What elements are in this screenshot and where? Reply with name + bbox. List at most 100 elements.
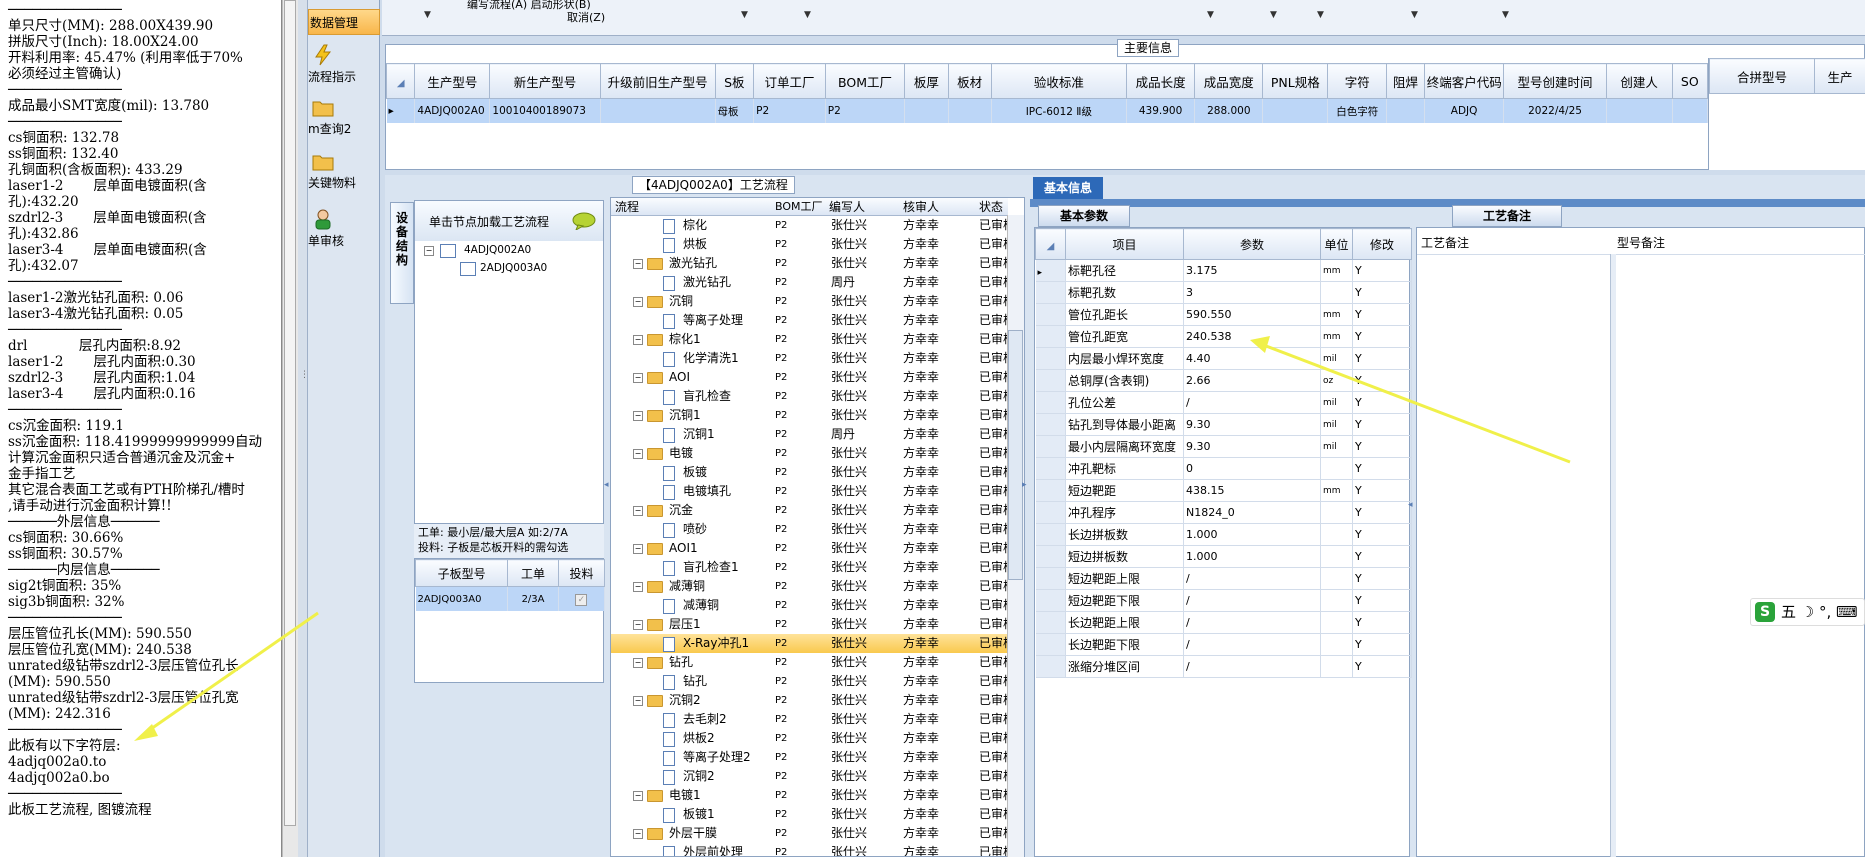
- param-item[interactable]: 长边靶距上限: [1065, 611, 1184, 634]
- param-unit[interactable]: oz: [1320, 369, 1353, 392]
- chevron-down-icon[interactable]: ▼: [1270, 10, 1277, 20]
- param-row[interactable]: 内层最小焊环宽度 4.40 mil Y: [1035, 347, 1412, 370]
- param-value[interactable]: 0: [1183, 457, 1321, 480]
- notes-splitter[interactable]: [1610, 254, 1616, 857]
- param-modify[interactable]: Y: [1352, 523, 1412, 546]
- flow-row[interactable]: 电镀填孔 P2 张仕兴 方幸幸 已审核: [611, 482, 1015, 501]
- column-header[interactable]: S板: [714, 63, 755, 99]
- param-row[interactable]: 冲孔程序 N1824_0 Y: [1035, 501, 1412, 524]
- param-unit[interactable]: [1320, 567, 1353, 590]
- column-header[interactable]: 生产型号: [414, 63, 491, 99]
- param-value[interactable]: /: [1183, 611, 1321, 634]
- collapse-icon[interactable]: −: [633, 506, 643, 516]
- cell[interactable]: 母板: [715, 98, 755, 123]
- column-header[interactable]: 合拼型号: [1709, 58, 1815, 94]
- param-modify[interactable]: Y: [1352, 545, 1412, 568]
- flow-row[interactable]: − 沉铜1 P2 张仕兴 方幸幸 已审核: [611, 406, 1015, 425]
- param-modify[interactable]: Y: [1352, 589, 1412, 612]
- param-item[interactable]: 管位孔距长: [1065, 303, 1184, 326]
- flow-row[interactable]: 化学清洗1 P2 张仕兴 方幸幸 已审核: [611, 349, 1015, 368]
- param-item[interactable]: 内层最小焊环宽度: [1065, 347, 1184, 370]
- ime-toolbar[interactable]: S 五 ☽ °, ⌨: [1750, 598, 1865, 626]
- flow-row[interactable]: 喷砂 P2 张仕兴 方幸幸 已审核: [611, 520, 1015, 539]
- notepad-text-area[interactable]: ────────────── 单只尺寸(MM): 288.00X439.90 拼…: [0, 0, 282, 857]
- cell[interactable]: [1386, 98, 1425, 123]
- param-value[interactable]: N1824_0: [1183, 501, 1321, 524]
- column-header[interactable]: BOM工厂: [775, 198, 823, 216]
- param-item[interactable]: 最小内层隔离环宽度: [1065, 435, 1184, 458]
- param-row[interactable]: 最小内层隔离环宽度 9.30 mil Y: [1035, 435, 1412, 458]
- param-modify[interactable]: Y: [1352, 611, 1412, 634]
- flow-row[interactable]: − 沉铜2 P2 张仕兴 方幸幸 已审核: [611, 691, 1015, 710]
- param-row[interactable]: 管位孔距长 590.550 mm Y: [1035, 303, 1412, 326]
- param-value[interactable]: 1.000: [1183, 523, 1321, 546]
- collapse-icon[interactable]: −: [633, 411, 643, 421]
- param-row[interactable]: 孔位公差 / mil Y: [1035, 391, 1412, 414]
- param-row[interactable]: 涨缩分堆区间 / Y: [1035, 655, 1412, 678]
- param-unit[interactable]: mil: [1320, 391, 1353, 414]
- param-value[interactable]: /: [1183, 589, 1321, 612]
- column-header[interactable]: 终端客户代码: [1423, 63, 1505, 99]
- param-unit[interactable]: [1320, 545, 1353, 568]
- column-header[interactable]: 板材: [947, 63, 992, 99]
- collapse-icon[interactable]: −: [633, 658, 643, 668]
- flow-row[interactable]: 棕化 P2 张仕兴 方幸幸 已审核: [611, 216, 1015, 235]
- cell[interactable]: 2022/4/25: [1503, 98, 1607, 123]
- cell[interactable]: [1606, 98, 1673, 123]
- cell[interactable]: P2: [753, 98, 826, 123]
- column-header[interactable]: BOM工厂: [824, 63, 906, 99]
- param-value[interactable]: 438.15: [1183, 479, 1321, 502]
- param-row[interactable]: 短边靶距上限 / Y: [1035, 567, 1412, 590]
- nav-item-flow-guide[interactable]: 流程指示: [308, 44, 380, 90]
- collapse-icon[interactable]: −: [633, 829, 643, 839]
- cell[interactable]: P2: [825, 98, 906, 123]
- flow-row[interactable]: 等离子处理 P2 张仕兴 方幸幸 已审核: [611, 311, 1015, 330]
- cell[interactable]: [948, 98, 992, 123]
- column-header[interactable]: SO: [1671, 63, 1709, 99]
- param-unit[interactable]: [1320, 501, 1353, 524]
- flow-row[interactable]: − 电镀1 P2 张仕兴 方幸幸 已审核: [611, 786, 1015, 805]
- param-modify[interactable]: Y: [1352, 325, 1412, 348]
- flow-row[interactable]: 板镀1 P2 张仕兴 方幸幸 已审核: [611, 805, 1015, 824]
- flow-row[interactable]: − 钻孔 P2 张仕兴 方幸幸 已审核: [611, 653, 1015, 672]
- cell[interactable]: [1672, 98, 1709, 123]
- param-unit[interactable]: [1320, 633, 1353, 656]
- flow-row[interactable]: 钻孔 P2 张仕兴 方幸幸 已审核: [611, 672, 1015, 691]
- collapse-arrow-icon[interactable]: ▸: [1022, 480, 1030, 490]
- param-unit[interactable]: [1320, 523, 1353, 546]
- param-row[interactable]: 标靶孔数 3 Y: [1035, 281, 1412, 304]
- param-value[interactable]: /: [1183, 633, 1321, 656]
- param-unit[interactable]: mm: [1320, 303, 1353, 326]
- chevron-down-icon[interactable]: ▼: [424, 10, 431, 20]
- param-value[interactable]: 1.000: [1183, 545, 1321, 568]
- column-header[interactable]: 项目: [1065, 228, 1184, 260]
- feed-checkbox[interactable]: ✓: [558, 586, 606, 611]
- cell[interactable]: [600, 98, 716, 123]
- param-row[interactable]: 长边靶距下限 / Y: [1035, 633, 1412, 656]
- flow-row[interactable]: 等离子处理2 P2 张仕兴 方幸幸 已审核: [611, 748, 1015, 767]
- flow-row[interactable]: 减薄铜 P2 张仕兴 方幸幸 已审核: [611, 596, 1015, 615]
- column-header[interactable]: 字符: [1327, 63, 1388, 99]
- param-modify[interactable]: Y: [1352, 303, 1412, 326]
- collapse-icon[interactable]: −: [633, 449, 643, 459]
- param-item[interactable]: 长边拼板数: [1065, 523, 1184, 546]
- param-row[interactable]: 短边拼板数 1.000 Y: [1035, 545, 1412, 568]
- param-row[interactable]: 总铜厚(含表铜) 2.66 oz Y: [1035, 369, 1412, 392]
- column-header[interactable]: 编写人: [829, 198, 865, 216]
- chevron-down-icon[interactable]: ▼: [1411, 10, 1418, 20]
- column-header[interactable]: 新生产型号: [489, 63, 601, 99]
- nav-item-query2[interactable]: m查询2: [308, 96, 380, 142]
- flow-row[interactable]: − 沉金 P2 张仕兴 方幸幸 已审核: [611, 501, 1015, 520]
- param-unit[interactable]: mm: [1320, 325, 1353, 348]
- param-item[interactable]: 短边靶距上限: [1065, 567, 1184, 590]
- chevron-down-icon[interactable]: ▼: [1317, 10, 1324, 20]
- flow-row[interactable]: 烘板 P2 张仕兴 方幸幸 已审核: [611, 235, 1015, 254]
- cell[interactable]: 288.000: [1194, 98, 1264, 123]
- param-item[interactable]: 冲孔靶标: [1065, 457, 1184, 480]
- param-item[interactable]: 涨缩分堆区间: [1065, 655, 1184, 678]
- cell[interactable]: ADJQ: [1424, 98, 1505, 123]
- column-header[interactable]: 型号创建时间: [1503, 63, 1607, 99]
- param-item[interactable]: 标靶孔数: [1065, 281, 1184, 304]
- collapse-icon[interactable]: −: [633, 791, 643, 801]
- chevron-down-icon[interactable]: ▼: [804, 10, 811, 20]
